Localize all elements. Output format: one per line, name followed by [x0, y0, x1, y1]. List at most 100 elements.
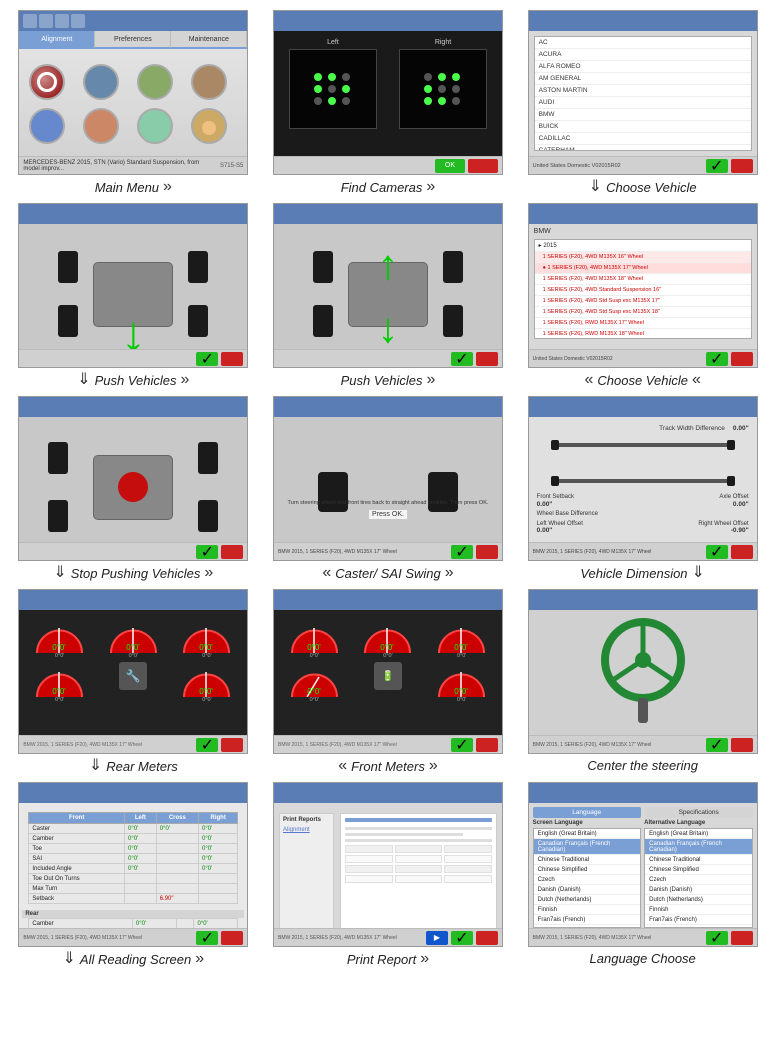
- arrow-caster-left: «: [322, 565, 331, 581]
- label-row-choose-vehicle-2: « Choose Vehicle «: [519, 372, 766, 388]
- arrow-choose-v2-down: «: [692, 372, 701, 388]
- label-rear-meters: Rear Meters: [106, 759, 178, 774]
- btn-cancel-stop[interactable]: [221, 545, 243, 559]
- screenshot-center-steering: BMW 2015, 1 SERIES (F20), 4WD M135X 17" …: [528, 589, 758, 754]
- label-main-menu: Main Menu: [95, 180, 159, 195]
- icon-settings[interactable]: [137, 64, 173, 100]
- arrow-stop-left: ⇓: [53, 565, 66, 581]
- meter-rr: 0°0' 0°0': [172, 662, 243, 703]
- btn-cancel-bmw[interactable]: [731, 352, 753, 366]
- front-meter-2: 0°0' 0°0': [353, 618, 424, 659]
- arrow-push-v2: »: [426, 372, 435, 388]
- steering-status: BMW 2015, 1 SERIES (F20), 4WD M135X 17" …: [533, 742, 703, 748]
- btn-cancel-push1[interactable]: [221, 352, 243, 366]
- push-arrow-up: ↑: [377, 244, 398, 286]
- label-find-cameras: Find Cameras: [341, 180, 423, 195]
- front-setback-label: Front Setback: [537, 494, 574, 500]
- btn-cancel-lang[interactable]: [731, 931, 753, 945]
- label-row-vehicle-dim: Vehicle Dimension ⇓: [519, 565, 766, 581]
- screenshot-choose-vehicle-1: AC ACURA ALFA ROMEO AM GENERAL ASTON MAR…: [528, 10, 758, 175]
- label-front-meters: Front Meters: [351, 759, 425, 774]
- btn-cancel-front[interactable]: [476, 738, 498, 752]
- arrow-rear-down: ⇓: [89, 758, 102, 774]
- icon-person[interactable]: [191, 108, 227, 144]
- cell-find-cameras: Left: [265, 10, 512, 195]
- cell-push-vehicles-1: ↓ ✓ ⇓ Push Vehicles »: [10, 203, 257, 388]
- cell-stop-pushing: ✓ ⇓ Stop Pushing Vehicles »: [10, 396, 257, 581]
- tab-maintenance[interactable]: Maintenance: [171, 31, 247, 49]
- btn-ok-push1[interactable]: ✓: [196, 352, 218, 366]
- btn-ok-rear[interactable]: ✓: [196, 738, 218, 752]
- btn-ok-lang[interactable]: ✓: [706, 931, 728, 945]
- cell-choose-vehicle-2: BMW ▸ 2015 1 SERIES (F20), 4WD M135X 16"…: [519, 203, 766, 388]
- print-alignment-link[interactable]: Alignment: [283, 827, 330, 833]
- label-row-rear-meters: ⇓ Rear Meters: [10, 758, 257, 774]
- press-ok-label: Press OK.: [369, 510, 407, 519]
- cell-main-menu: Alignment Preferences Maintenance: [10, 10, 257, 195]
- steering-diagram: [529, 610, 757, 730]
- arrow2-push-v1: »: [181, 372, 190, 388]
- icon-reports[interactable]: [83, 64, 119, 100]
- vehicle-list[interactable]: AC ACURA ALFA ROMEO AM GENERAL ASTON MAR…: [534, 36, 752, 151]
- label-row-choose-vehicle-1: ⇓ Choose Vehicle: [519, 179, 766, 195]
- meter-rl: 0°0' 0°0': [24, 662, 95, 703]
- btn-ok-front[interactable]: ✓: [451, 738, 473, 752]
- specs-tab[interactable]: Specifications: [645, 807, 753, 818]
- btn-cancel-vehicle[interactable]: [731, 159, 753, 173]
- label-language-choose: Language Choose: [590, 951, 696, 966]
- btn-cancel-rear[interactable]: [221, 738, 243, 752]
- track-width-label: Track Width Difference: [659, 425, 725, 432]
- btn-ok-caster[interactable]: ✓: [451, 545, 473, 559]
- alt-lang-list[interactable]: English (Great Britain) Canadian Françai…: [644, 828, 753, 928]
- camera-left-label: Left: [327, 39, 339, 46]
- label-print-report: Print Report: [347, 952, 416, 967]
- camera-left-view: [289, 49, 377, 129]
- rear-meters-status: BMW 2015, 1 SERIES (F20), 4WD M135X 17" …: [23, 742, 193, 748]
- label-row-push-vehicles-2: Push Vehicles »: [265, 372, 512, 388]
- btn-cancel-dim[interactable]: [731, 545, 753, 559]
- lang-tab[interactable]: Language: [533, 807, 641, 818]
- btn-ok-reading[interactable]: ✓: [196, 931, 218, 945]
- btn-cancel-reading[interactable]: [221, 931, 243, 945]
- left-wheel-value: 0.00": [537, 527, 553, 534]
- btn-confirm-vehicle[interactable]: ✓: [706, 159, 728, 173]
- btn-ok-dim[interactable]: ✓: [706, 545, 728, 559]
- btn-cancel-steering[interactable]: [731, 738, 753, 752]
- label-push-vehicles-2: Push Vehicles: [341, 373, 423, 388]
- alt-lang-label: Alternative Language: [644, 820, 753, 826]
- label-row-center-steering: Center the steering: [519, 758, 766, 773]
- btn-cancel-cameras[interactable]: [468, 159, 498, 173]
- stop-indicator: [118, 472, 148, 502]
- tab-alignment[interactable]: Alignment: [19, 31, 95, 49]
- arrow-left-choose-v1: ⇓: [589, 179, 602, 195]
- svg-text:0°0': 0°0': [126, 643, 140, 652]
- arrow-find-cameras: »: [426, 179, 435, 195]
- tab-preferences[interactable]: Preferences: [95, 31, 171, 49]
- btn-cancel-caster[interactable]: [476, 545, 498, 559]
- screen-lang-list[interactable]: English (Great Britain) Canadian Françai…: [533, 828, 642, 928]
- screenshot-vehicle-dim: Track Width Difference 0.00": [528, 396, 758, 561]
- btn-ok-cameras[interactable]: OK: [435, 159, 465, 173]
- lang-status: BMW 2015, 1 SERIES (F20), 4WD M135X 17" …: [533, 935, 703, 941]
- arrow-reading-right: »: [195, 951, 204, 967]
- btn-ok-steering[interactable]: ✓: [706, 738, 728, 752]
- icon-specs[interactable]: [137, 108, 173, 144]
- screenshot-find-cameras: Left: [273, 10, 503, 175]
- svg-text:0°0': 0°0': [454, 687, 468, 696]
- btn-print[interactable]: ▶: [426, 931, 448, 945]
- btn-cancel-push2[interactable]: [476, 352, 498, 366]
- bmw-model-list[interactable]: ▸ 2015 1 SERIES (F20), 4WD M135X 16" Whe…: [534, 239, 752, 339]
- btn-ok-print[interactable]: ✓: [451, 931, 473, 945]
- icon-vehicle[interactable]: [83, 108, 119, 144]
- screenshot-language-choose: Language Specifications Screen Language …: [528, 782, 758, 947]
- icon-help[interactable]: [191, 64, 227, 100]
- btn-ok-stop[interactable]: ✓: [196, 545, 218, 559]
- front-meter-5: 0°0' 0°0': [426, 662, 497, 703]
- label-row-print-report: Print Report »: [265, 951, 512, 967]
- btn-ok-push2[interactable]: ✓: [451, 352, 473, 366]
- icon-alignment[interactable]: [29, 64, 65, 100]
- icon-camera[interactable]: [29, 108, 65, 144]
- btn-ok-bmw[interactable]: ✓: [706, 352, 728, 366]
- btn-cancel-print[interactable]: [476, 931, 498, 945]
- meter-fr: 0°0' 0°0': [172, 618, 243, 659]
